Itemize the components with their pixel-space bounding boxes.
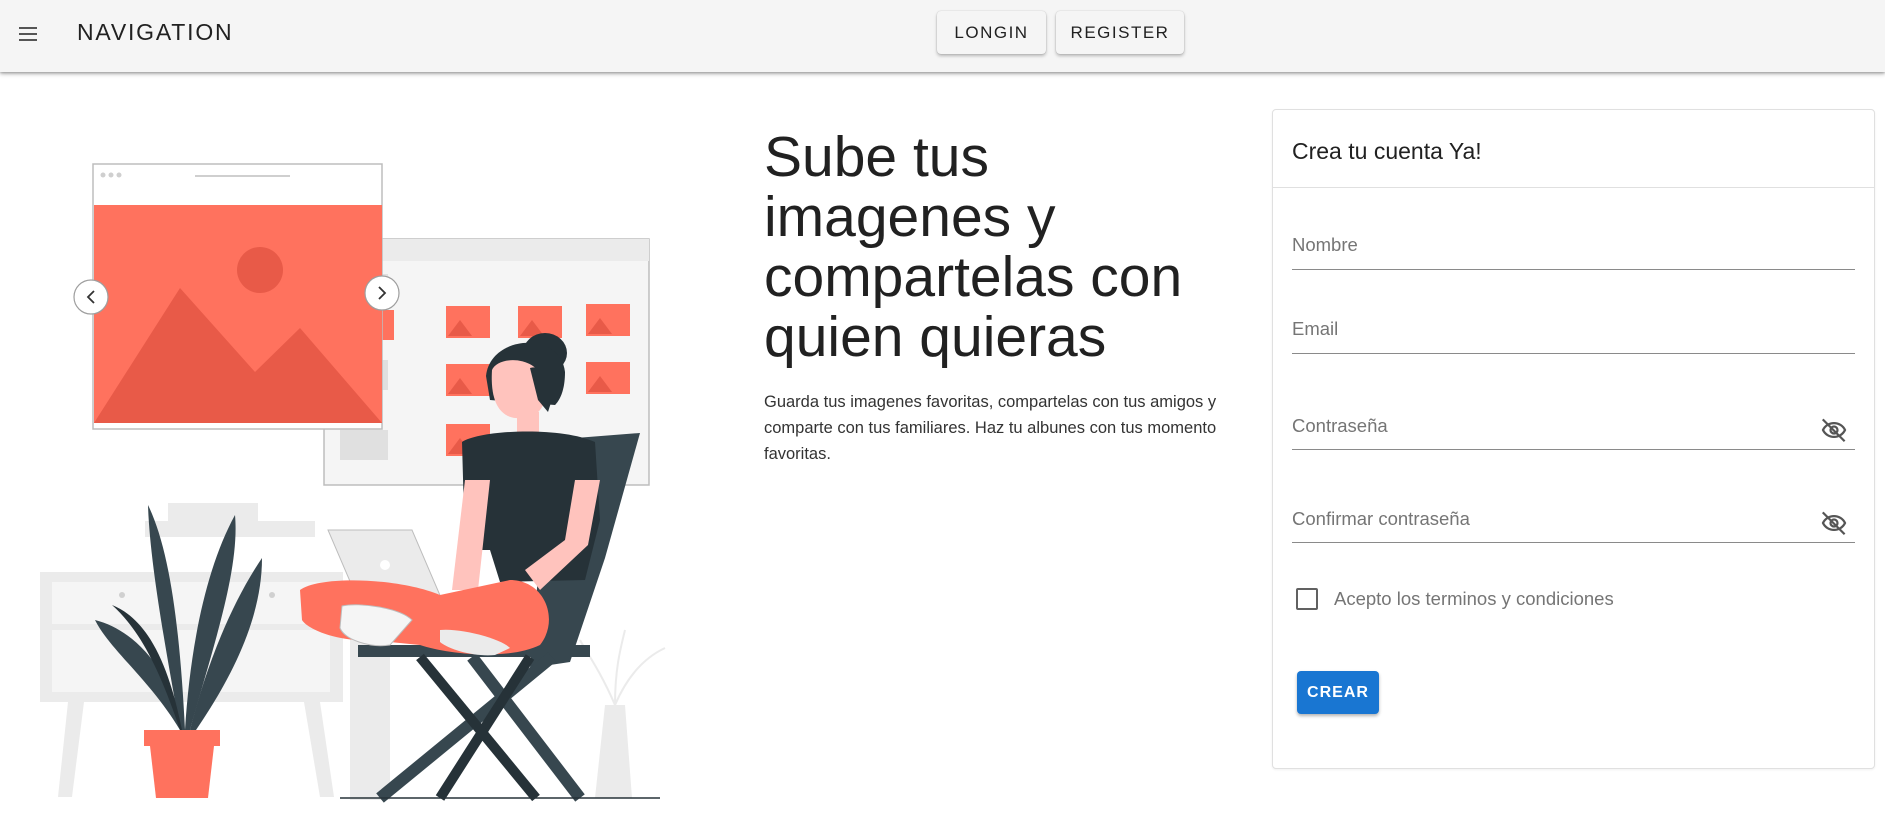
name-field-label: Nombre [1292, 234, 1358, 255]
create-account-button[interactable]: CREAR [1297, 671, 1379, 714]
app-bar: NAVIGATION LONGIN REGISTER [0, 0, 1885, 72]
hero-description: Guarda tus imagenes favoritas, compartel… [764, 393, 1217, 463]
name-field[interactable]: Nombre [1292, 230, 1855, 270]
password-field-label: Contraseña [1292, 415, 1388, 436]
hamburger-menu-button[interactable] [10, 16, 46, 52]
app-title: NAVIGATION [77, 19, 234, 45]
carousel-next-button[interactable] [364, 275, 400, 311]
login-button[interactable]: LONGIN [937, 11, 1046, 54]
card-divider [1273, 187, 1874, 188]
email-field-label: Email [1292, 318, 1339, 339]
terms-checkbox-row[interactable]: Acepto los terminos y condiciones [1296, 588, 1614, 610]
signup-card: Crea tu cuenta Ya! Nombre Email Contrase… [1272, 109, 1875, 769]
confirm-password-field-label: Confirmar contraseña [1292, 508, 1470, 529]
carousel-prev-button[interactable] [73, 279, 109, 315]
email-field[interactable]: Email [1292, 314, 1855, 354]
terms-label: Acepto los terminos y condiciones [1334, 588, 1614, 609]
hero-title: Sube tus imagenes y compartelas con quie… [764, 125, 1183, 369]
eye-off-icon[interactable] [1819, 415, 1849, 445]
register-button[interactable]: REGISTER [1056, 11, 1184, 54]
hero-illustration [40, 150, 700, 810]
card-title: Crea tu cuenta Ya! [1292, 138, 1482, 164]
photo-window-illustration [92, 163, 383, 430]
password-field[interactable]: Contraseña [1292, 406, 1855, 450]
hamburger-menu-icon [19, 27, 37, 41]
eye-off-icon[interactable] [1819, 508, 1849, 538]
terms-checkbox[interactable] [1296, 588, 1318, 610]
plant-illustration [95, 505, 262, 798]
confirm-password-field[interactable]: Confirmar contraseña [1292, 499, 1855, 543]
